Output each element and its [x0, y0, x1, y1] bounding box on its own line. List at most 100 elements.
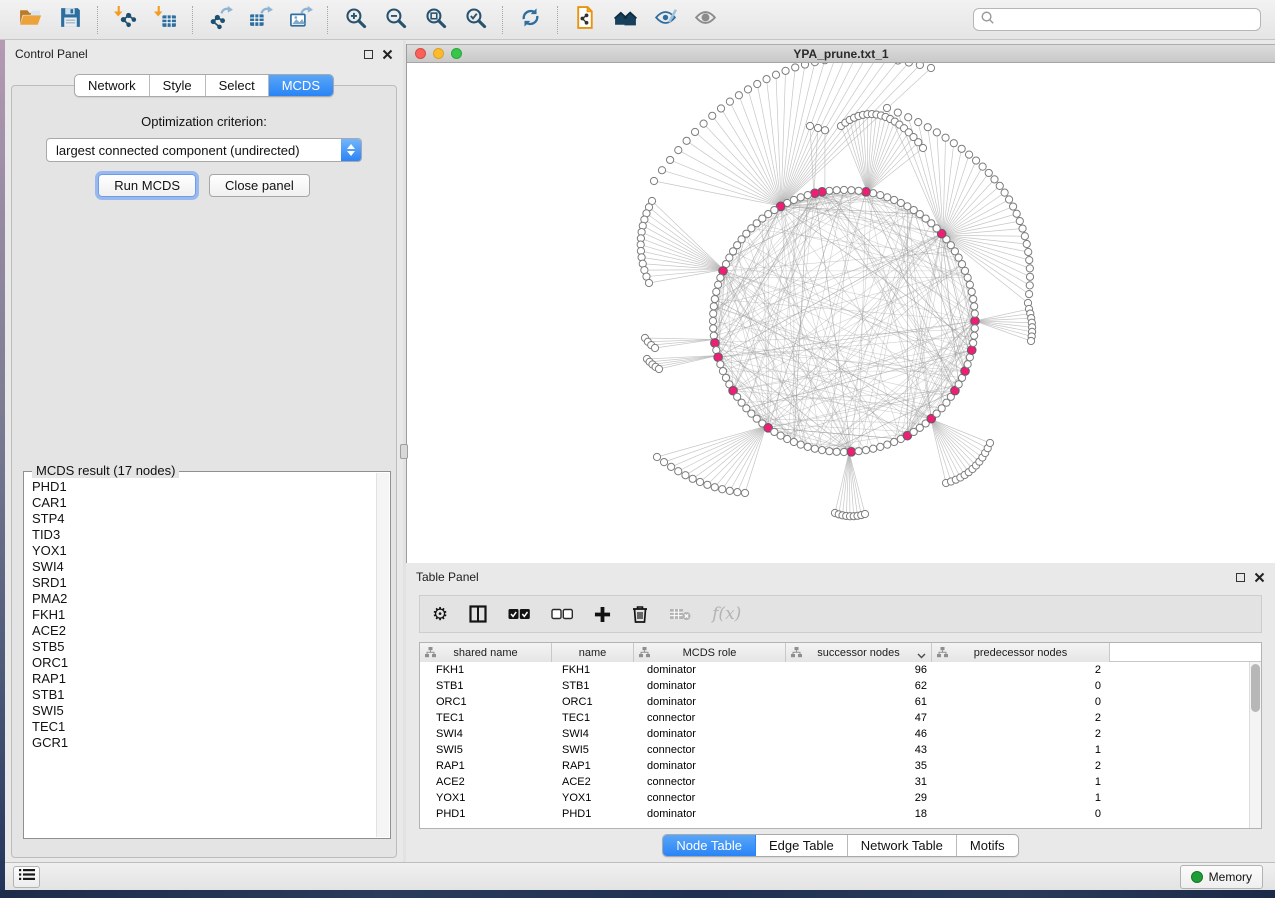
- table-row[interactable]: ORC1ORC1dominator610: [420, 694, 1249, 710]
- zoom-in-button[interactable]: [335, 4, 375, 36]
- table-panel: Table Panel ⚙ f(x) shared namenameMCDS r…: [406, 563, 1275, 862]
- table-cell: STB1: [552, 678, 634, 694]
- tab-edge-table[interactable]: Edge Table: [756, 835, 848, 856]
- run-mcds-button[interactable]: Run MCDS: [98, 174, 196, 197]
- column-header-predecessor-nodes[interactable]: predecessor nodes: [932, 643, 1110, 662]
- table-toolbar: ⚙ f(x): [419, 595, 1262, 633]
- splitter-handle[interactable]: [400, 444, 408, 459]
- export-image-button[interactable]: [280, 4, 320, 36]
- network-canvas[interactable]: [407, 63, 1275, 563]
- column-header-name[interactable]: name: [552, 643, 634, 662]
- result-item[interactable]: TEC1: [32, 719, 376, 735]
- table-tab-strip: Node TableEdge TableNetwork TableMotifs: [406, 834, 1275, 857]
- scrollbar-thumb[interactable]: [1251, 664, 1260, 712]
- tab-motifs[interactable]: Motifs: [957, 835, 1018, 856]
- tab-mcds[interactable]: MCDS: [269, 75, 333, 96]
- home-networks-button[interactable]: [605, 4, 645, 36]
- select-all-icon[interactable]: [508, 608, 530, 620]
- result-item[interactable]: RAP1: [32, 671, 376, 687]
- save-session-button[interactable]: [50, 4, 90, 36]
- close-panel-icon[interactable]: [1254, 572, 1265, 583]
- result-item[interactable]: SRD1: [32, 575, 376, 591]
- result-item[interactable]: CAR1: [32, 495, 376, 511]
- result-item[interactable]: FKH1: [32, 607, 376, 623]
- apply-layout-button[interactable]: [510, 4, 550, 36]
- result-item[interactable]: PMA2: [32, 591, 376, 607]
- result-item[interactable]: TID3: [32, 527, 376, 543]
- column-header-mcds-role[interactable]: MCDS role: [634, 643, 786, 662]
- function-builder-icon[interactable]: f(x): [712, 604, 741, 624]
- import-table-button[interactable]: [145, 4, 185, 36]
- result-item[interactable]: STB5: [32, 639, 376, 655]
- result-item[interactable]: ORC1: [32, 655, 376, 671]
- result-item[interactable]: GCR1: [32, 735, 376, 751]
- birdseye-view-button[interactable]: [685, 4, 725, 36]
- table-vertical-scrollbar[interactable]: [1249, 662, 1261, 828]
- result-item[interactable]: YOX1: [32, 543, 376, 559]
- result-list-scrollbar[interactable]: [376, 473, 389, 837]
- control-panel-tab-strip: NetworkStyleSelectMCDS: [5, 74, 403, 97]
- tab-style[interactable]: Style: [150, 75, 206, 96]
- table-row[interactable]: STB1STB1dominator620: [420, 678, 1249, 694]
- table-cell: 96: [786, 662, 932, 678]
- split-view-icon[interactable]: [469, 605, 487, 623]
- float-window-icon[interactable]: [1236, 573, 1245, 582]
- open-file-button[interactable]: [10, 4, 50, 36]
- table-cell: YOX1: [420, 790, 552, 806]
- close-panel-icon[interactable]: [382, 49, 393, 60]
- result-item[interactable]: PHD1: [32, 479, 376, 495]
- deselect-all-icon[interactable]: [551, 608, 573, 620]
- sort-chevron-icon[interactable]: [917, 650, 926, 662]
- export-table-icon: [248, 5, 273, 35]
- add-column-icon[interactable]: [594, 606, 611, 623]
- table-row[interactable]: FKH1FKH1dominator962: [420, 662, 1249, 678]
- search-box[interactable]: [973, 8, 1261, 31]
- network-window-titlebar[interactable]: YPA_prune.txt_1: [407, 44, 1275, 63]
- export-network-button[interactable]: [200, 4, 240, 36]
- share-network-document-button[interactable]: [565, 4, 605, 36]
- table-row[interactable]: SWI5SWI5connector431: [420, 742, 1249, 758]
- column-type-icon: [937, 647, 948, 661]
- close-panel-button[interactable]: Close panel: [209, 174, 310, 197]
- table-row[interactable]: ACE2ACE2connector311: [420, 774, 1249, 790]
- table-row[interactable]: YOX1YOX1connector291: [420, 790, 1249, 806]
- tab-network[interactable]: Network: [75, 75, 150, 96]
- table-cell: RAP1: [420, 758, 552, 774]
- zoom-out-button[interactable]: [375, 4, 415, 36]
- criterion-dropdown[interactable]: largest connected component (undirected): [46, 138, 362, 162]
- delete-table-icon[interactable]: [669, 607, 691, 621]
- table-cell: dominator: [634, 806, 786, 822]
- table-row[interactable]: PHD1PHD1dominator180: [420, 806, 1249, 822]
- delete-column-icon[interactable]: [632, 605, 648, 623]
- task-history-button[interactable]: [13, 866, 40, 888]
- search-input[interactable]: [999, 13, 1260, 27]
- float-window-icon[interactable]: [364, 50, 373, 59]
- hide-graphics-details-button[interactable]: [645, 4, 685, 36]
- zoom-fit-button[interactable]: [415, 4, 455, 36]
- column-header-shared-name[interactable]: shared name: [420, 643, 552, 662]
- memory-button-label: Memory: [1209, 870, 1252, 884]
- floppy-disk-icon: [58, 5, 83, 35]
- column-label: name: [579, 647, 607, 659]
- export-table-button[interactable]: [240, 4, 280, 36]
- table-row[interactable]: SWI4SWI4dominator462: [420, 726, 1249, 742]
- result-item[interactable]: STB1: [32, 687, 376, 703]
- memory-button[interactable]: Memory: [1180, 865, 1263, 889]
- tab-select[interactable]: Select: [206, 75, 269, 96]
- result-item[interactable]: ACE2: [32, 623, 376, 639]
- tab-network-table[interactable]: Network Table: [848, 835, 957, 856]
- result-item[interactable]: STP4: [32, 511, 376, 527]
- table-row[interactable]: RAP1RAP1dominator352: [420, 758, 1249, 774]
- result-item[interactable]: SWI4: [32, 559, 376, 575]
- import-network-button[interactable]: [105, 4, 145, 36]
- table-row[interactable]: TEC1TEC1connector472: [420, 710, 1249, 726]
- tab-node-table[interactable]: Node Table: [663, 835, 756, 856]
- network-view[interactable]: [407, 63, 1275, 563]
- settings-gear-icon[interactable]: ⚙: [432, 605, 448, 623]
- result-item[interactable]: SWI5: [32, 703, 376, 719]
- zoom-selected-button[interactable]: [455, 4, 495, 36]
- column-header-successor-nodes[interactable]: successor nodes: [786, 643, 932, 662]
- table-cell: 0: [932, 806, 1110, 822]
- table-cell: PHD1: [420, 806, 552, 822]
- task-list-icon: [19, 868, 35, 886]
